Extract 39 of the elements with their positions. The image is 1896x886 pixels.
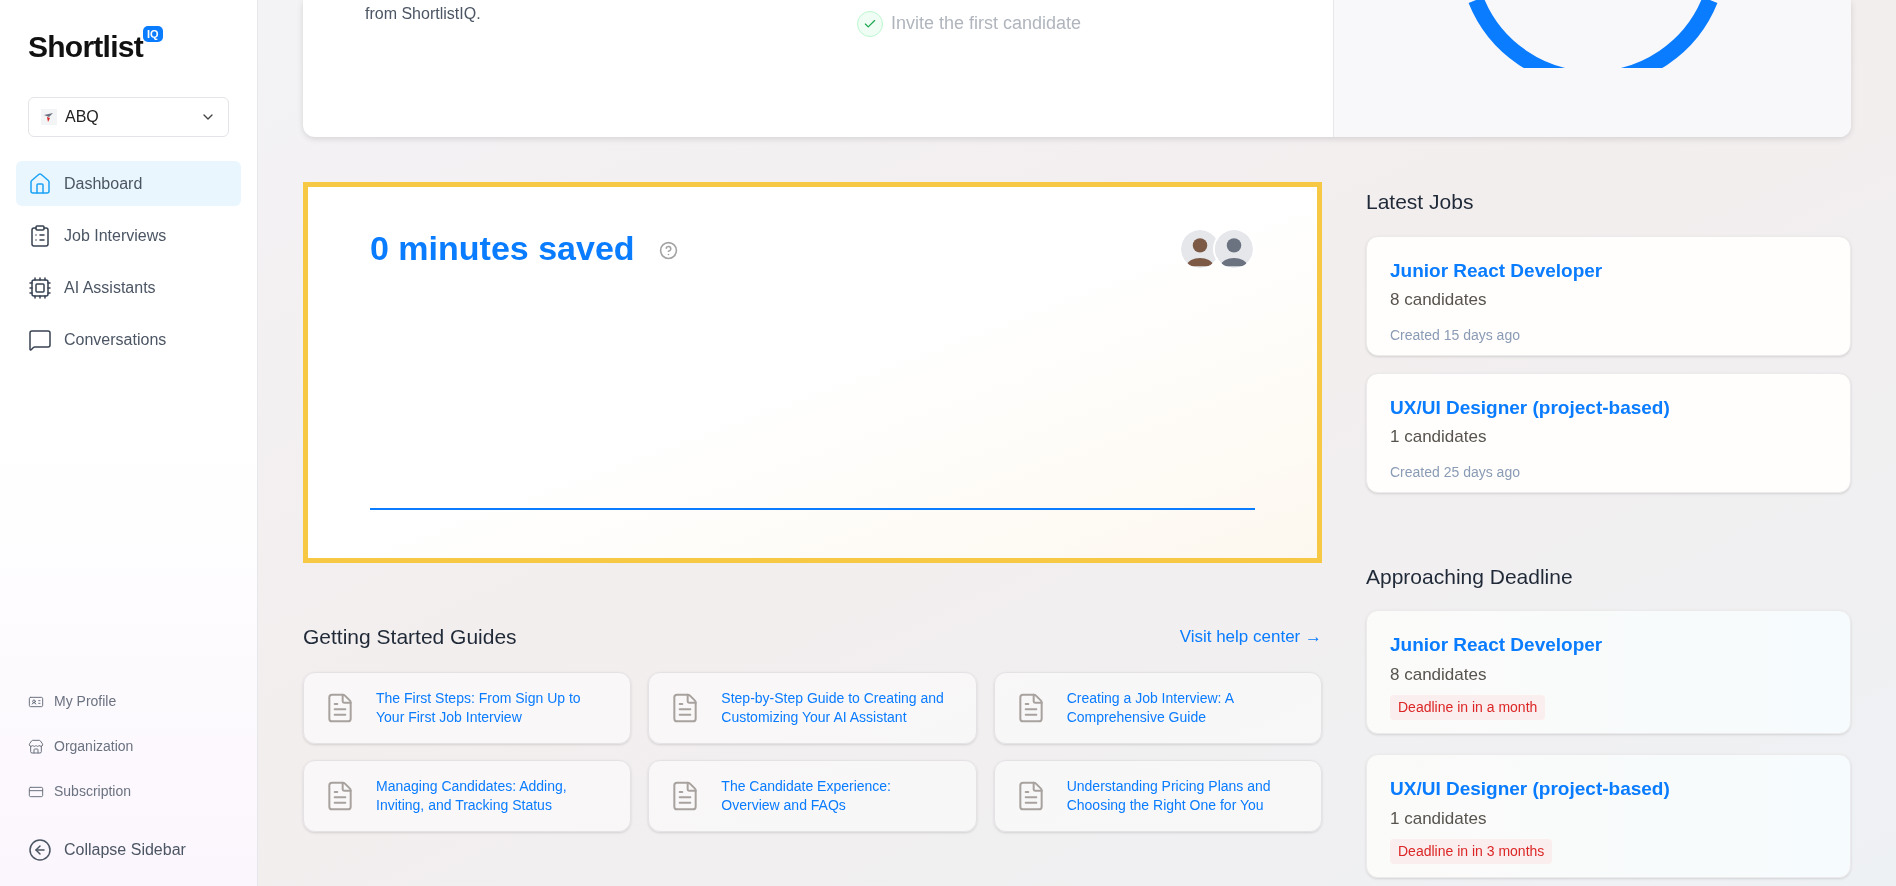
- guide-card[interactable]: Creating a Job Interview: A Comprehensive Guide: [993, 671, 1322, 744]
- clipboard-icon: [28, 223, 52, 248]
- guide-card[interactable]: Step-by-Step Guide to Creating and Customizing Your AI Assistant: [648, 671, 977, 744]
- guide-card[interactable]: The First Steps: From Sign Up to Your First Job Interview: [303, 671, 632, 744]
- job-card[interactable]: UX/UI Designer (project-based) 1 candidates Deadline in in 3 months: [1366, 754, 1851, 878]
- intro-text: from ShortlistIQ.: [365, 4, 482, 24]
- nav-item[interactable]: AI Assistants: [16, 265, 241, 310]
- nav-item[interactable]: Job Interviews: [16, 213, 241, 258]
- help-icon: [658, 241, 678, 260]
- footer-link[interactable]: My Profile: [28, 691, 229, 712]
- section-title: Approaching Deadline: [1366, 563, 1574, 590]
- organization-logo-icon: [41, 109, 57, 125]
- guides-title: Getting Started Guides: [303, 624, 517, 650]
- step-label: Invite the first candidate: [891, 12, 1082, 35]
- collapse-sidebar-button[interactable]: Collapse Sidebar: [16, 838, 241, 862]
- arrow-left-circle-icon: [28, 838, 52, 862]
- job-card[interactable]: Junior React Developer 8 candidates Created 15 days ago: [1366, 235, 1851, 356]
- avatar-icon: [1213, 227, 1255, 270]
- help-center-link[interactable]: Visit help center →: [1179, 624, 1322, 650]
- minutes-saved-title: 0 minutes saved: [370, 228, 635, 269]
- store-icon: [28, 738, 44, 755]
- organization-select[interactable]: ABQ: [28, 97, 229, 137]
- deadline-tag: Deadline in in 3 months: [1390, 839, 1553, 864]
- guide-card[interactable]: Managing Candidates: Adding, Inviting, and Tracking Status: [303, 759, 632, 832]
- logo-badge: IQ: [142, 26, 163, 42]
- footer-link[interactable]: Organization: [28, 736, 229, 757]
- chat-bubble-icon: [28, 327, 52, 352]
- home-icon: [28, 171, 52, 196]
- job-card[interactable]: Junior React Developer 8 candidates Deadline in in a month: [1366, 610, 1851, 734]
- footer-link[interactable]: Subscription: [28, 781, 229, 802]
- logo: Shortlist: [28, 29, 143, 65]
- job-card[interactable]: UX/UI Designer (project-based) 1 candidates Created 25 days ago: [1366, 372, 1851, 493]
- nav-item[interactable]: Conversations: [16, 317, 241, 362]
- chip-icon: [28, 275, 52, 300]
- guide-card[interactable]: The Candidate Experience: Overview and FAQs: [648, 759, 977, 832]
- nav-item[interactable]: Dashboard: [16, 161, 241, 206]
- deadline-tag: Deadline in in a month: [1390, 695, 1546, 720]
- section-title: Latest Jobs: [1366, 189, 1475, 215]
- guide-card[interactable]: Understanding Pricing Plans and Choosing the Right One for You: [993, 759, 1322, 832]
